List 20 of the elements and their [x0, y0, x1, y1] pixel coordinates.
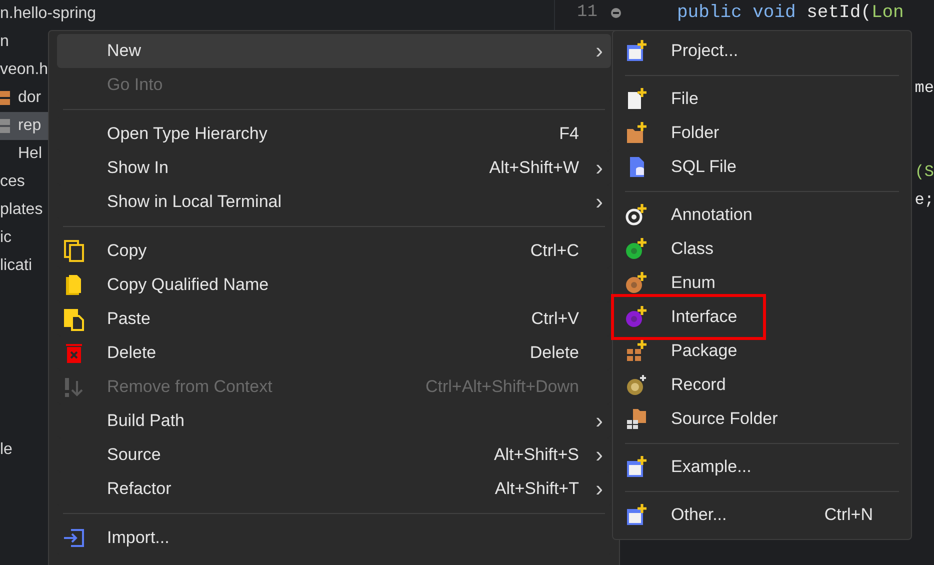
shortcut-label: Ctrl+N	[824, 504, 873, 526]
chevron-icon: ›	[596, 191, 603, 213]
line-number: 11	[577, 2, 598, 24]
shortcut-label: Alt+Shift+S	[494, 444, 579, 466]
code-fragment: me	[914, 78, 934, 99]
code-fragment: (S	[914, 162, 934, 183]
shortcut-label: Ctrl+Alt+Shift+Down	[425, 376, 579, 398]
shortcut-label: Ctrl+V	[531, 308, 579, 330]
chevron-icon: ›	[596, 478, 603, 500]
code-line: public void setId(Lon	[677, 2, 904, 24]
chevron-icon: ›	[596, 40, 603, 62]
shortcut-label: Alt+Shift+W	[489, 157, 579, 180]
shortcut-label: Ctrl+C	[530, 240, 579, 262]
chevron-icon: ›	[596, 157, 603, 179]
code-fragment: e;	[914, 190, 934, 211]
chevron-icon: ›	[596, 444, 603, 466]
shortcut-label: Delete	[530, 342, 579, 364]
shortcut-label: F4	[559, 123, 579, 146]
chevron-icon: ›	[596, 410, 603, 432]
shortcut-label: Alt+Shift+T	[494, 478, 579, 500]
